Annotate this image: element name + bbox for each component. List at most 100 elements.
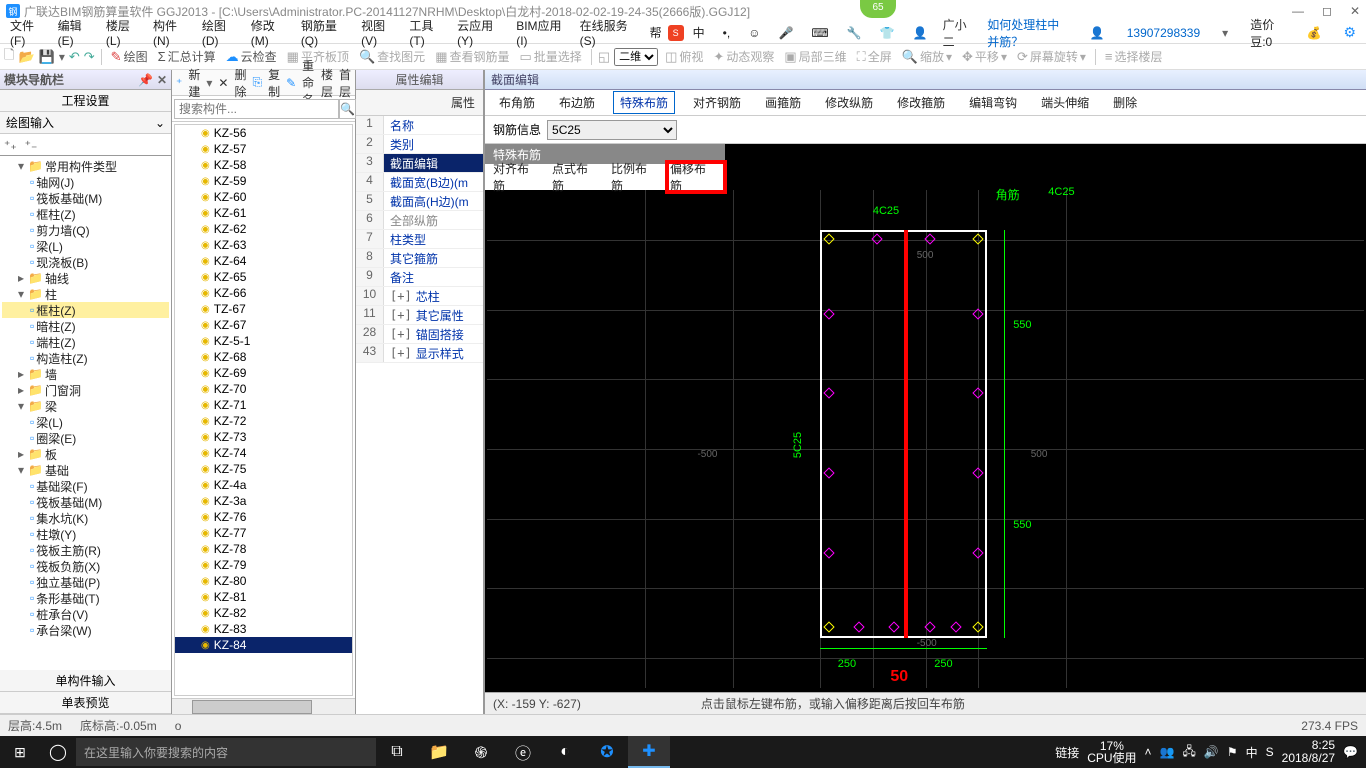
ime-mic-icon[interactable]: 🎤 <box>772 26 799 40</box>
search-button[interactable]: 🔍 <box>339 99 356 119</box>
view-rebar-tool[interactable]: ▦查看钢筋量 <box>432 48 512 65</box>
menu-rebar[interactable]: 钢筋量(Q) <box>295 17 355 48</box>
section-tab[interactable]: 修改箍筋 <box>891 92 951 113</box>
batch-select-tool[interactable]: ▭批量选择 <box>517 48 585 65</box>
tree-node[interactable]: ▫现浇板(B) <box>2 254 169 270</box>
app-360b[interactable]: ◐ <box>544 736 586 768</box>
list-item[interactable]: ◉KZ-77 <box>175 525 352 541</box>
prop-row[interactable]: 6全部纵筋 <box>356 211 483 230</box>
sub-tab[interactable]: 对齐布筋 <box>493 160 540 194</box>
list-item[interactable]: ◉KZ-59 <box>175 173 352 189</box>
local3d-tool[interactable]: ▣局部三维 <box>781 48 849 65</box>
tree-node[interactable]: ▾📁常用构件类型 <box>2 158 169 174</box>
section-tab[interactable]: 特殊布筋 <box>613 91 675 114</box>
prop-row[interactable]: 28[+]锚固搭接 <box>356 325 483 344</box>
save-dropdown-icon[interactable]: ▾ <box>59 50 65 64</box>
list-item[interactable]: ◉KZ-71 <box>175 397 352 413</box>
tree-node[interactable]: ▫梁(L) <box>2 238 169 254</box>
menu-tool[interactable]: 工具(T) <box>403 17 451 48</box>
ime-tool-icon[interactable]: 🔧 <box>841 26 868 40</box>
ime-kbd-icon[interactable]: ⌨ <box>805 26 834 40</box>
component-tree[interactable]: ▾📁常用构件类型▫轴网(J)▫筏板基础(M)▫框柱(Z)▫剪力墙(Q)▫梁(L)… <box>0 156 171 670</box>
tree-node[interactable]: ▫集水坑(K) <box>2 510 169 526</box>
select-floor-tool[interactable]: ≡选择楼层 <box>1102 48 1166 65</box>
list-item[interactable]: ◉KZ-81 <box>175 589 352 605</box>
phone-number[interactable]: 13907298339 <box>1121 26 1206 40</box>
section-tab[interactable]: 布角筋 <box>493 92 541 113</box>
menu-help[interactable]: 帮 <box>644 24 668 41</box>
tree-node[interactable]: ▫筏板基础(M) <box>2 494 169 510</box>
tray-ime-icon[interactable]: 中 <box>1246 744 1258 761</box>
tree-node[interactable]: ▾📁柱 <box>2 286 169 302</box>
undo-icon[interactable]: ↶ <box>69 49 80 65</box>
tree-node[interactable]: ▸📁门窗洞 <box>2 382 169 398</box>
ime-face-icon[interactable]: ☺ <box>742 26 766 40</box>
orbit-tool[interactable]: ✦动态观察 <box>710 48 777 65</box>
menu-online[interactable]: 在线服务(S) <box>574 17 644 48</box>
list-item[interactable]: ◉KZ-80 <box>175 573 352 589</box>
section-tab[interactable]: 画箍筋 <box>759 92 807 113</box>
open-icon[interactable]: 📂 <box>18 49 34 65</box>
tree-node[interactable]: ▫柱墩(Y) <box>2 526 169 542</box>
nav-icon-tabs[interactable]: ⁺₊⁺₋ <box>0 134 171 156</box>
topview-tool[interactable]: ◫俯视 <box>662 48 706 65</box>
menu-modify[interactable]: 修改(M) <box>245 17 295 48</box>
drawing[interactable]: -500 500 500 -500 <box>487 190 1364 688</box>
help-link[interactable]: 如何处理柱中并筋？ <box>981 16 1074 50</box>
menu-draw[interactable]: 绘图(D) <box>196 17 245 48</box>
tray-up-icon[interactable]: ˄ <box>1145 745 1152 759</box>
tree-node[interactable]: ▫轴网(J) <box>2 174 169 190</box>
prop-row[interactable]: 43[+]显示样式 <box>356 344 483 363</box>
phone-dropdown-icon[interactable]: ▾ <box>1216 26 1234 40</box>
list-item[interactable]: ◉KZ-56 <box>175 125 352 141</box>
tree-node[interactable]: ▫框柱(Z) <box>2 206 169 222</box>
tree-node[interactable]: ▫剪力墙(Q) <box>2 222 169 238</box>
list-item[interactable]: ◉KZ-69 <box>175 365 352 381</box>
hscroll[interactable] <box>172 698 355 714</box>
project-settings-button[interactable]: 工程设置 <box>0 90 171 112</box>
ime-user-icon[interactable]: 👤 <box>907 26 934 40</box>
list-item[interactable]: ◉KZ-84 <box>175 637 352 653</box>
cloud-check-tool[interactable]: ☁云检查 <box>223 48 280 65</box>
section-tab[interactable]: 对齐钢筋 <box>687 92 747 113</box>
find-tool[interactable]: 🔍查找图元 <box>356 48 428 65</box>
list-item[interactable]: ◉KZ-76 <box>175 509 352 525</box>
section-tab[interactable]: 修改纵筋 <box>819 92 879 113</box>
prop-row[interactable]: 5截面高(H边)(m <box>356 192 483 211</box>
menu-component[interactable]: 构件(N) <box>147 17 196 48</box>
prop-row[interactable]: 4截面宽(B边)(m <box>356 173 483 192</box>
app-qq[interactable]: ✪ <box>586 736 628 768</box>
section-tab[interactable]: 布边筋 <box>553 92 601 113</box>
tree-node[interactable]: ▾📁梁 <box>2 398 169 414</box>
tree-node[interactable]: ▫基础梁(F) <box>2 478 169 494</box>
draw-tool[interactable]: ✎绘图 <box>108 48 151 65</box>
tree-node[interactable]: ▫条形基础(T) <box>2 590 169 606</box>
list-item[interactable]: ◉KZ-68 <box>175 349 352 365</box>
fullscreen-tool[interactable]: ⛶全屏 <box>854 48 895 65</box>
cube-icon[interactable]: ◱ <box>598 49 610 65</box>
tree-node[interactable]: ▫承台梁(W) <box>2 622 169 638</box>
prop-row[interactable]: 9备注 <box>356 268 483 287</box>
section-tab[interactable]: 端头伸缩 <box>1035 92 1095 113</box>
sub-tab[interactable]: 点式布筋 <box>552 160 599 194</box>
redo-icon[interactable]: ↷ <box>84 49 95 65</box>
rebar-info-select[interactable]: 5C25 <box>547 120 677 140</box>
ime-punct-icon[interactable]: •, <box>717 26 737 40</box>
tree-node[interactable]: ▫暗柱(Z) <box>2 318 169 334</box>
prop-row[interactable]: 10[+]芯柱 <box>356 287 483 306</box>
list-item[interactable]: ◉KZ-66 <box>175 285 352 301</box>
tree-node[interactable]: ▾📁基础 <box>2 462 169 478</box>
list-item[interactable]: ◉KZ-82 <box>175 605 352 621</box>
tray-clock[interactable]: 8:252018/8/27 <box>1282 739 1335 765</box>
list-item[interactable]: ◉TZ-67 <box>175 301 352 317</box>
tray-flag-icon[interactable]: ⚑ <box>1227 745 1238 759</box>
list-item[interactable]: ◉KZ-60 <box>175 189 352 205</box>
list-item[interactable]: ◉KZ-58 <box>175 157 352 173</box>
tree-node[interactable]: ▫框柱(Z) <box>2 302 169 318</box>
sub-tab[interactable]: 比例布筋 <box>611 160 658 194</box>
view-mode-select[interactable]: 二维 <box>614 48 658 66</box>
menu-floor[interactable]: 楼层(L) <box>100 17 147 48</box>
list-item[interactable]: ◉KZ-57 <box>175 141 352 157</box>
list-item[interactable]: ◉KZ-5-1 <box>175 333 352 349</box>
new-icon[interactable]: 🗋 <box>4 46 14 68</box>
